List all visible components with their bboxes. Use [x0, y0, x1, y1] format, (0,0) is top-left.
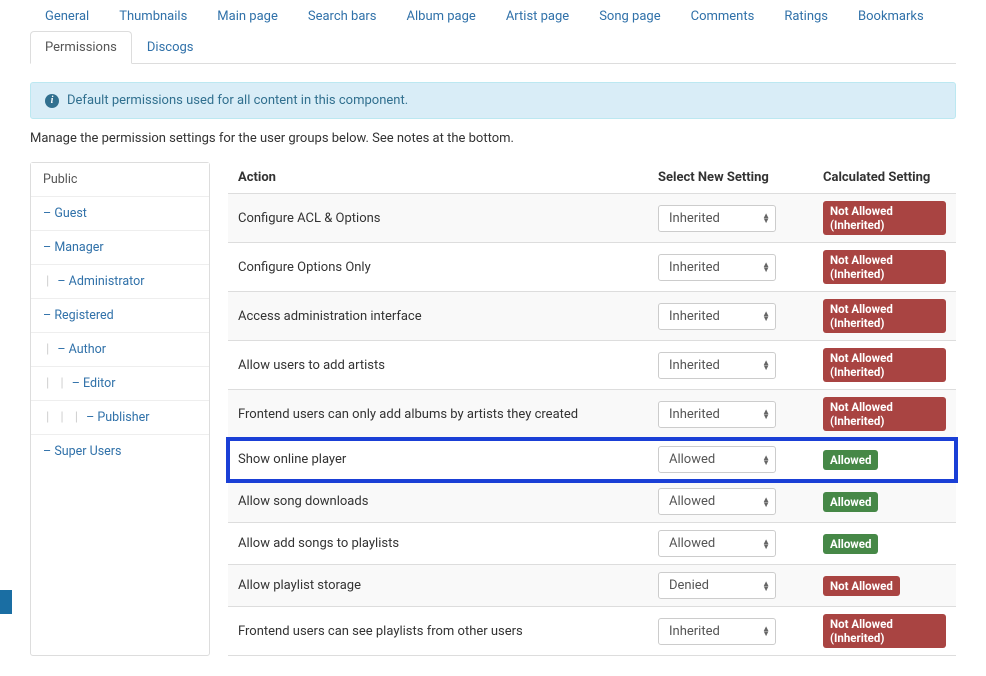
user-groups-sidebar: Public– Guest– Manager | – Administrator…: [30, 162, 210, 656]
select-setting[interactable]: Allowed: [658, 488, 776, 515]
action-label: Frontend users can only add albums by ar…: [228, 390, 648, 439]
sidebar-item-public[interactable]: Public: [31, 163, 209, 197]
sidebar-item-publisher[interactable]: | | | – Publisher: [31, 401, 209, 435]
th-calc: Calculated Setting: [813, 162, 956, 194]
table-row: Allow add songs to playlistsAllowed▲▼All…: [228, 523, 956, 565]
action-label: Show online player: [228, 439, 648, 481]
select-setting[interactable]: Denied: [658, 572, 776, 599]
status-badge: Not Allowed: [823, 576, 900, 596]
status-badge: Allowed: [823, 534, 878, 554]
table-row: Allow song downloadsAllowed▲▼Allowed: [228, 481, 956, 523]
action-label: Configure ACL & Options: [228, 194, 648, 243]
alert-info: i Default permissions used for all conte…: [30, 82, 956, 119]
select-setting[interactable]: Inherited: [658, 401, 776, 428]
info-icon: i: [45, 94, 59, 108]
status-badge: Not Allowed (Inherited): [823, 299, 946, 333]
select-setting[interactable]: Allowed: [658, 446, 776, 473]
table-row: Configure Options OnlyInherited▲▼Not All…: [228, 243, 956, 292]
tab-artist-page[interactable]: Artist page: [491, 0, 584, 32]
table-row: Allow playlist storageDenied▲▼Not Allowe…: [228, 565, 956, 607]
select-setting[interactable]: Inherited: [658, 205, 776, 232]
alert-text: Default permissions used for all content…: [67, 93, 408, 108]
status-badge: Not Allowed (Inherited): [823, 348, 946, 382]
status-badge: Allowed: [823, 492, 878, 512]
tab-permissions[interactable]: Permissions: [30, 31, 132, 64]
tab-bookmarks[interactable]: Bookmarks: [843, 0, 939, 32]
th-action: Action: [228, 162, 648, 194]
select-setting[interactable]: Allowed: [658, 530, 776, 557]
action-label: Access administration interface: [228, 292, 648, 341]
sidebar-item-administrator[interactable]: | – Administrator: [31, 265, 209, 299]
tab-thumbnails[interactable]: Thumbnails: [104, 0, 202, 32]
action-label: Allow playlist storage: [228, 565, 648, 607]
action-label: Allow song downloads: [228, 481, 648, 523]
tab-ratings[interactable]: Ratings: [769, 0, 843, 32]
status-badge: Not Allowed (Inherited): [823, 250, 946, 284]
intro-text: Manage the permission settings for the u…: [30, 131, 956, 146]
table-row: Frontend users can only add albums by ar…: [228, 390, 956, 439]
status-badge: Not Allowed (Inherited): [823, 397, 946, 431]
action-label: Frontend users can see playlists from ot…: [228, 607, 648, 656]
tab-comments[interactable]: Comments: [676, 0, 770, 32]
side-tab[interactable]: [0, 590, 12, 614]
table-row: Configure ACL & OptionsInherited▲▼Not Al…: [228, 194, 956, 243]
tab-search-bars[interactable]: Search bars: [293, 0, 392, 32]
nav-tabs: GeneralThumbnailsMain pageSearch barsAlb…: [30, 0, 956, 64]
sidebar-item-author[interactable]: | – Author: [31, 333, 209, 367]
status-badge: Allowed: [823, 450, 878, 470]
sidebar-item-guest[interactable]: – Guest: [31, 197, 209, 231]
sidebar-item-super-users[interactable]: – Super Users: [31, 435, 209, 468]
table-row: Access administration interface Inherited…: [228, 292, 956, 341]
table-row: Show online playerAllowed▲▼Allowed: [228, 439, 956, 481]
sidebar-item-editor[interactable]: | | – Editor: [31, 367, 209, 401]
sidebar-item-registered[interactable]: – Registered: [31, 299, 209, 333]
tab-main-page[interactable]: Main page: [202, 0, 293, 32]
action-label: Allow users to add artists: [228, 341, 648, 390]
th-select: Select New Setting: [648, 162, 813, 194]
select-setting[interactable]: Inherited: [658, 254, 776, 281]
tab-discogs[interactable]: Discogs: [132, 31, 209, 64]
tab-song-page[interactable]: Song page: [584, 0, 675, 32]
action-label: Configure Options Only: [228, 243, 648, 292]
status-badge: Not Allowed (Inherited): [823, 201, 946, 235]
status-badge: Not Allowed (Inherited): [823, 614, 946, 648]
select-setting[interactable]: Inherited: [658, 618, 776, 645]
tab-album-page[interactable]: Album page: [392, 0, 491, 32]
select-setting[interactable]: Inherited: [658, 352, 776, 379]
table-row: Frontend users can see playlists from ot…: [228, 607, 956, 656]
table-row: Allow users to add artistsInherited▲▼Not…: [228, 341, 956, 390]
permissions-table: Action Select New Setting Calculated Set…: [228, 162, 956, 656]
select-setting[interactable]: Inherited: [658, 303, 776, 330]
sidebar-item-manager[interactable]: – Manager: [31, 231, 209, 265]
action-label: Allow add songs to playlists: [228, 523, 648, 565]
tab-general[interactable]: General: [30, 0, 104, 32]
